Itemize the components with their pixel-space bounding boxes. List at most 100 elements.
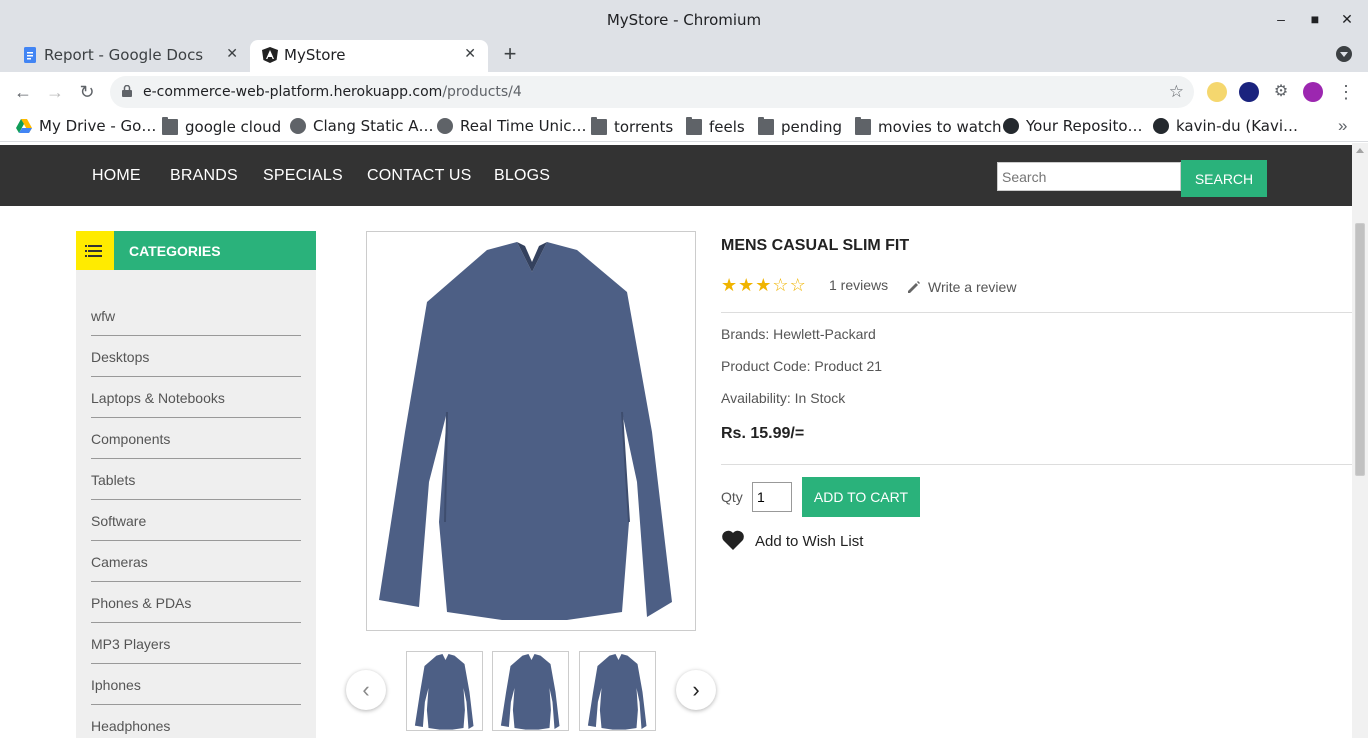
- nav-home-link[interactable]: HOME: [92, 167, 141, 185]
- address-bar[interactable]: e-commerce-web-platform.herokuapp.com/pr…: [110, 76, 1194, 108]
- tab-google-docs[interactable]: Report - Google Docs ✕: [10, 40, 250, 72]
- search-input[interactable]: [997, 162, 1181, 191]
- close-window-icon[interactable]: ✕: [1337, 9, 1357, 29]
- category-label: Iphones: [91, 677, 141, 693]
- extensions-puzzle-icon[interactable]: ⚙: [1271, 82, 1291, 102]
- tab-label: Report - Google Docs: [44, 46, 204, 64]
- more-bookmarks-icon[interactable]: »: [1338, 116, 1347, 136]
- url-text: e-commerce-web-platform.herokuapp.com/pr…: [143, 84, 522, 100]
- page-scrollbar[interactable]: [1352, 143, 1368, 738]
- bookmark-label: google cloud: [185, 118, 282, 136]
- back-icon[interactable]: ←: [11, 80, 35, 104]
- maximize-icon[interactable]: ■: [1305, 9, 1325, 29]
- category-item[interactable]: Laptops & Notebooks: [91, 377, 301, 418]
- product-brand: Brands: Hewlett-Packard: [721, 326, 876, 342]
- nav-brands-link[interactable]: BRANDS: [170, 167, 238, 185]
- window-title: MyStore - Chromium: [606, 11, 762, 29]
- category-item[interactable]: Desktops: [91, 336, 301, 377]
- category-item[interactable]: MP3 Players: [91, 623, 301, 664]
- tab-search-icon[interactable]: [1336, 46, 1352, 62]
- product-thumbnail[interactable]: [406, 651, 483, 731]
- profile-avatar[interactable]: [1303, 82, 1323, 102]
- add-to-cart-button[interactable]: ADD TO CART: [802, 477, 920, 517]
- product-main-image[interactable]: [366, 231, 696, 631]
- forward-icon[interactable]: →: [43, 80, 67, 104]
- review-count[interactable]: 1 reviews: [829, 277, 888, 293]
- scroll-up-icon[interactable]: [1356, 148, 1364, 153]
- carousel-prev-button[interactable]: ‹: [346, 670, 386, 710]
- bookmark-item[interactable]: movies to watch: [855, 117, 1002, 137]
- close-tab-icon[interactable]: ✕: [464, 46, 476, 62]
- folder-icon: [855, 117, 871, 135]
- star-empty-icon: ☆: [789, 275, 807, 295]
- bookmark-label: kavin-du (Kavi…: [1176, 117, 1299, 135]
- wishlist-label: Add to Wish List: [755, 533, 864, 550]
- bookmark-item[interactable]: pending: [758, 117, 842, 137]
- bookmark-item[interactable]: My Drive - Go…: [16, 117, 156, 137]
- bookmark-item[interactable]: feels: [686, 117, 745, 137]
- browser-menu-icon[interactable]: ⋮: [1336, 82, 1356, 102]
- nav-specials-link[interactable]: SPECIALS: [263, 167, 343, 185]
- write-review-link[interactable]: Write a review: [906, 279, 1016, 295]
- qty-label: Qty: [721, 489, 743, 505]
- bookmark-item[interactable]: Your Reposito…: [1003, 117, 1143, 137]
- carousel-next-button[interactable]: ›: [676, 670, 716, 710]
- bookmark-item[interactable]: torrents: [591, 117, 673, 137]
- category-item[interactable]: Software: [91, 500, 301, 541]
- category-item[interactable]: Phones & PDAs: [91, 582, 301, 623]
- reload-icon[interactable]: ↻: [75, 80, 99, 104]
- category-item[interactable]: Tablets: [91, 459, 301, 500]
- category-label: Components: [91, 431, 171, 447]
- pencil-icon: [908, 281, 920, 293]
- google-docs-icon: [24, 47, 36, 63]
- product-thumbnail[interactable]: [492, 651, 569, 731]
- category-label: Cameras: [91, 554, 148, 570]
- star-filled-icon: ★: [738, 275, 756, 295]
- bookmark-item[interactable]: kavin-du (Kavi…: [1153, 117, 1298, 137]
- bookmark-label: torrents: [614, 118, 674, 136]
- bookmark-label: pending: [781, 118, 842, 136]
- bookmark-item[interactable]: Clang Static A…: [290, 117, 434, 137]
- category-label: Software: [91, 513, 147, 529]
- nav-blogs-link[interactable]: BLOGS: [494, 167, 550, 185]
- extension-privacy-icon[interactable]: [1239, 82, 1259, 102]
- category-item[interactable]: Cameras: [91, 541, 301, 582]
- category-item[interactable]: Headphones: [91, 705, 301, 738]
- product-price: Rs. 15.99/=: [721, 425, 805, 442]
- minimize-icon[interactable]: –: [1271, 9, 1291, 29]
- product-thumbnail[interactable]: [579, 651, 656, 731]
- tab-mystore[interactable]: MyStore ✕: [250, 40, 488, 72]
- bookmark-label: Your Reposito…: [1026, 117, 1143, 135]
- url-path: /products/4: [442, 84, 522, 100]
- bookmark-label: feels: [709, 118, 745, 136]
- tab-strip: Report - Google Docs ✕ MyStore ✕ +: [0, 38, 1368, 72]
- github-icon: [1003, 118, 1019, 134]
- bookmark-label: Clang Static A…: [313, 117, 434, 135]
- category-item[interactable]: Iphones: [91, 664, 301, 705]
- bookmark-item[interactable]: Real Time Unic…: [437, 117, 586, 137]
- category-label: wfw: [91, 308, 116, 324]
- search-button[interactable]: SEARCH: [1181, 160, 1267, 197]
- nav-contact-link[interactable]: CONTACT US: [367, 167, 472, 185]
- extension-glasses-icon[interactable]: [1207, 82, 1227, 102]
- close-tab-icon[interactable]: ✕: [226, 46, 238, 62]
- category-list: wfw Desktops Laptops & Notebooks Compone…: [76, 270, 316, 738]
- heart-icon: [722, 530, 744, 550]
- category-item[interactable]: wfw: [91, 295, 301, 336]
- categories-header: CATEGORIES: [76, 231, 316, 270]
- bookmark-star-icon[interactable]: ☆: [1169, 82, 1184, 102]
- lock-icon: [122, 85, 132, 97]
- new-tab-icon[interactable]: +: [500, 42, 520, 66]
- folder-icon: [591, 117, 607, 135]
- scrollbar-thumb[interactable]: [1355, 223, 1365, 476]
- star-filled-icon: ★: [721, 275, 739, 295]
- sweater-thumb-image: [414, 654, 474, 730]
- divider: [721, 464, 1352, 465]
- bookmark-item[interactable]: google cloud: [162, 117, 281, 137]
- angular-icon: [262, 47, 278, 63]
- category-item[interactable]: Components: [91, 418, 301, 459]
- browser-toolbar: ← → ↻ e-commerce-web-platform.herokuapp.…: [0, 72, 1368, 112]
- sweater-thumb-image: [587, 654, 647, 730]
- quantity-input[interactable]: [752, 482, 792, 512]
- write-review-label: Write a review: [928, 279, 1017, 295]
